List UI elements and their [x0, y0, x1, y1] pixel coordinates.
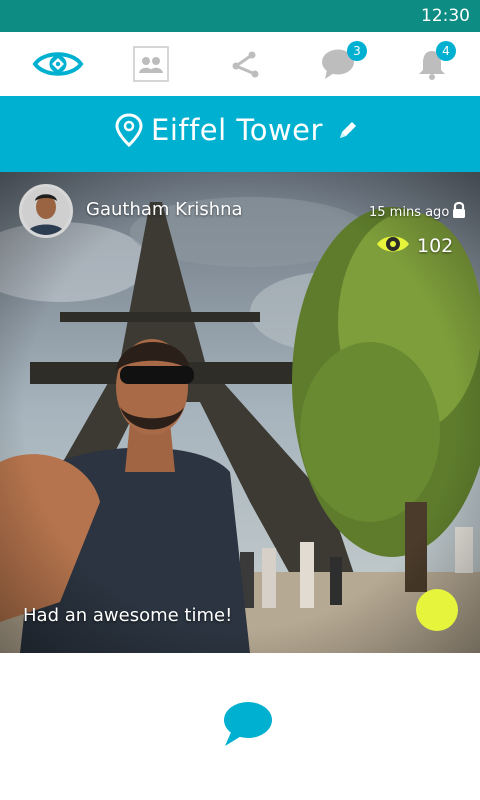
avatar-photo — [22, 187, 70, 235]
user-name[interactable]: Gautham Krishna — [86, 199, 243, 220]
nav-item-notifications[interactable]: 4 — [384, 32, 480, 96]
post-caption: Had an awesome time! — [23, 605, 233, 626]
contacts-icon — [133, 46, 169, 82]
nav-item-contacts[interactable] — [103, 32, 199, 96]
nav-item-share[interactable] — [197, 32, 293, 96]
map-pin-icon — [115, 113, 143, 147]
eye-logo-icon — [32, 52, 84, 76]
top-nav: 3 4 — [0, 32, 480, 96]
post-photo[interactable]: Gautham Krishna 15 mins ago 102 Had an a… — [0, 172, 480, 653]
share-icon — [232, 51, 259, 78]
status-bar: 12:30 — [0, 0, 480, 32]
status-indicator[interactable] — [416, 589, 458, 631]
status-time: 12:30 — [421, 6, 470, 26]
post-time: 15 mins ago — [369, 205, 450, 220]
notifications-badge: 4 — [436, 41, 456, 61]
lock-icon — [453, 201, 465, 218]
pencil-icon[interactable] — [337, 119, 359, 141]
location-bar: Eiffel Tower — [0, 96, 480, 172]
messages-badge: 3 — [347, 41, 367, 61]
view-count: 102 — [417, 235, 454, 257]
avatar[interactable] — [19, 184, 73, 238]
location-title: Eiffel Tower — [151, 113, 323, 147]
eye-icon — [377, 236, 409, 252]
nav-item-home[interactable] — [10, 32, 106, 96]
nav-item-messages[interactable]: 3 — [290, 32, 386, 96]
comment-bubble-icon[interactable] — [221, 700, 273, 748]
